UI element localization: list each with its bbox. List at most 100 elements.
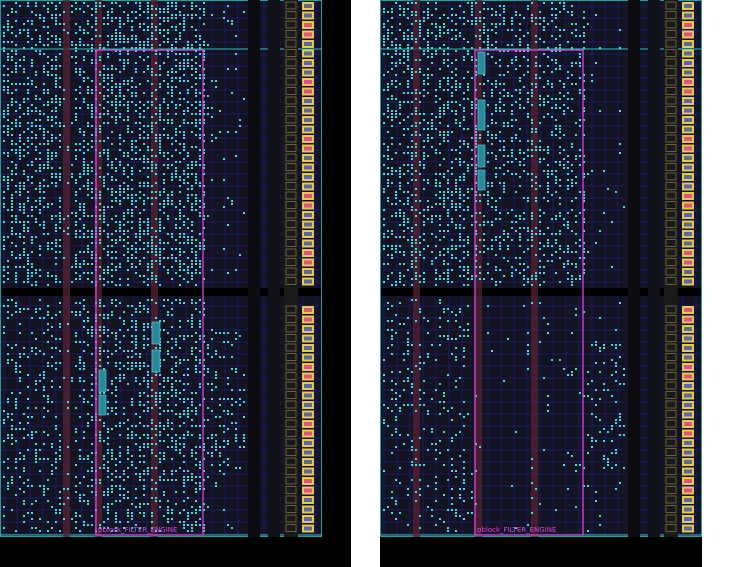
cell-site [127,467,129,469]
cell-site [195,176,197,178]
cell-site [131,188,133,190]
cell-site [463,356,465,358]
cell-site [235,131,237,133]
cell-site [527,5,529,7]
cell-site [491,56,493,58]
cell-site [531,173,533,175]
cell-site [147,125,149,127]
cell-site [419,47,421,49]
cell-site [395,194,397,196]
cell-site [115,266,117,268]
cell-site [183,221,185,223]
cell-site [195,263,197,265]
cell-site [159,401,161,403]
cell-site [31,11,33,13]
cell-site [171,428,173,430]
cell-site [423,278,425,280]
cell-site [415,200,417,202]
device-canvas-left[interactable]: pblock_FILTER_ENGINE [0,0,351,567]
cell-site [459,326,461,328]
cell-site [75,428,77,430]
cell-site [403,152,405,154]
cell-site [147,227,149,229]
cell-site [39,470,41,472]
cell-site [479,17,481,19]
cell-site [87,149,89,151]
cell-site [191,161,193,163]
cell-site [19,59,21,61]
cell-site [463,17,465,19]
cell-site [215,371,217,373]
cell-site [463,518,465,520]
device-canvas-right[interactable]: pblock_FILTER_ENGINE [380,0,702,567]
cell-site [107,467,109,469]
cell-site [183,242,185,244]
cell-site [83,305,85,307]
cell-site [3,410,5,412]
cell-site [187,398,189,400]
cell-site [447,338,449,340]
cell-site [99,44,101,46]
cell-site [23,248,25,250]
cell-site [439,383,441,385]
cell-site [423,179,425,181]
cell-site [195,29,197,31]
io-bank-column[interactable] [268,0,314,537]
cell-site [175,104,177,106]
cell-site [399,371,401,373]
cell-site [11,209,13,211]
cell-site [23,188,25,190]
device-view-right[interactable]: pblock_FILTER_ENGINE [380,0,702,567]
cell-site [55,512,57,514]
cell-site [195,194,197,196]
cell-site [415,260,417,262]
cell-site [199,35,201,37]
cell-site [423,167,425,169]
cell-site [139,41,141,43]
cell-site [111,410,113,412]
cell-site [127,80,129,82]
cell-site [411,251,413,253]
cell-site [539,98,541,100]
cell-site [135,242,137,244]
cell-site [219,455,221,457]
cell-site [143,503,145,505]
cell-site [171,377,173,379]
cell-site [115,476,117,478]
cell-site [103,149,105,151]
cell-site [407,227,409,229]
cell-site [7,278,9,280]
cell-site [31,23,33,25]
cell-site [79,251,81,253]
cell-site [123,497,125,499]
cell-site [223,11,225,13]
cell-site [11,179,13,181]
cell-site [411,206,413,208]
cell-site [11,134,13,136]
cell-site [23,131,25,133]
cell-site [31,161,33,163]
cell-site [223,158,225,160]
cell-site [219,398,221,400]
cell-site [543,245,545,247]
cell-site [191,314,193,316]
cell-site [123,245,125,247]
cell-site [439,254,441,256]
cell-site [35,5,37,7]
cell-site [155,275,157,277]
cell-site [107,512,109,514]
device-view-left[interactable]: pblock_FILTER_ENGINE [0,0,351,567]
cell-site [23,347,25,349]
cell-site [435,524,437,526]
cell-site [463,77,465,79]
cell-site [59,323,61,325]
cell-site [439,302,441,304]
cell-site [535,182,537,184]
cell-site [451,71,453,73]
cell-site [83,32,85,34]
cell-site [55,458,57,460]
cell-site [411,125,413,127]
cell-site [115,407,117,409]
cell-site [187,236,189,238]
cell-site [171,71,173,73]
